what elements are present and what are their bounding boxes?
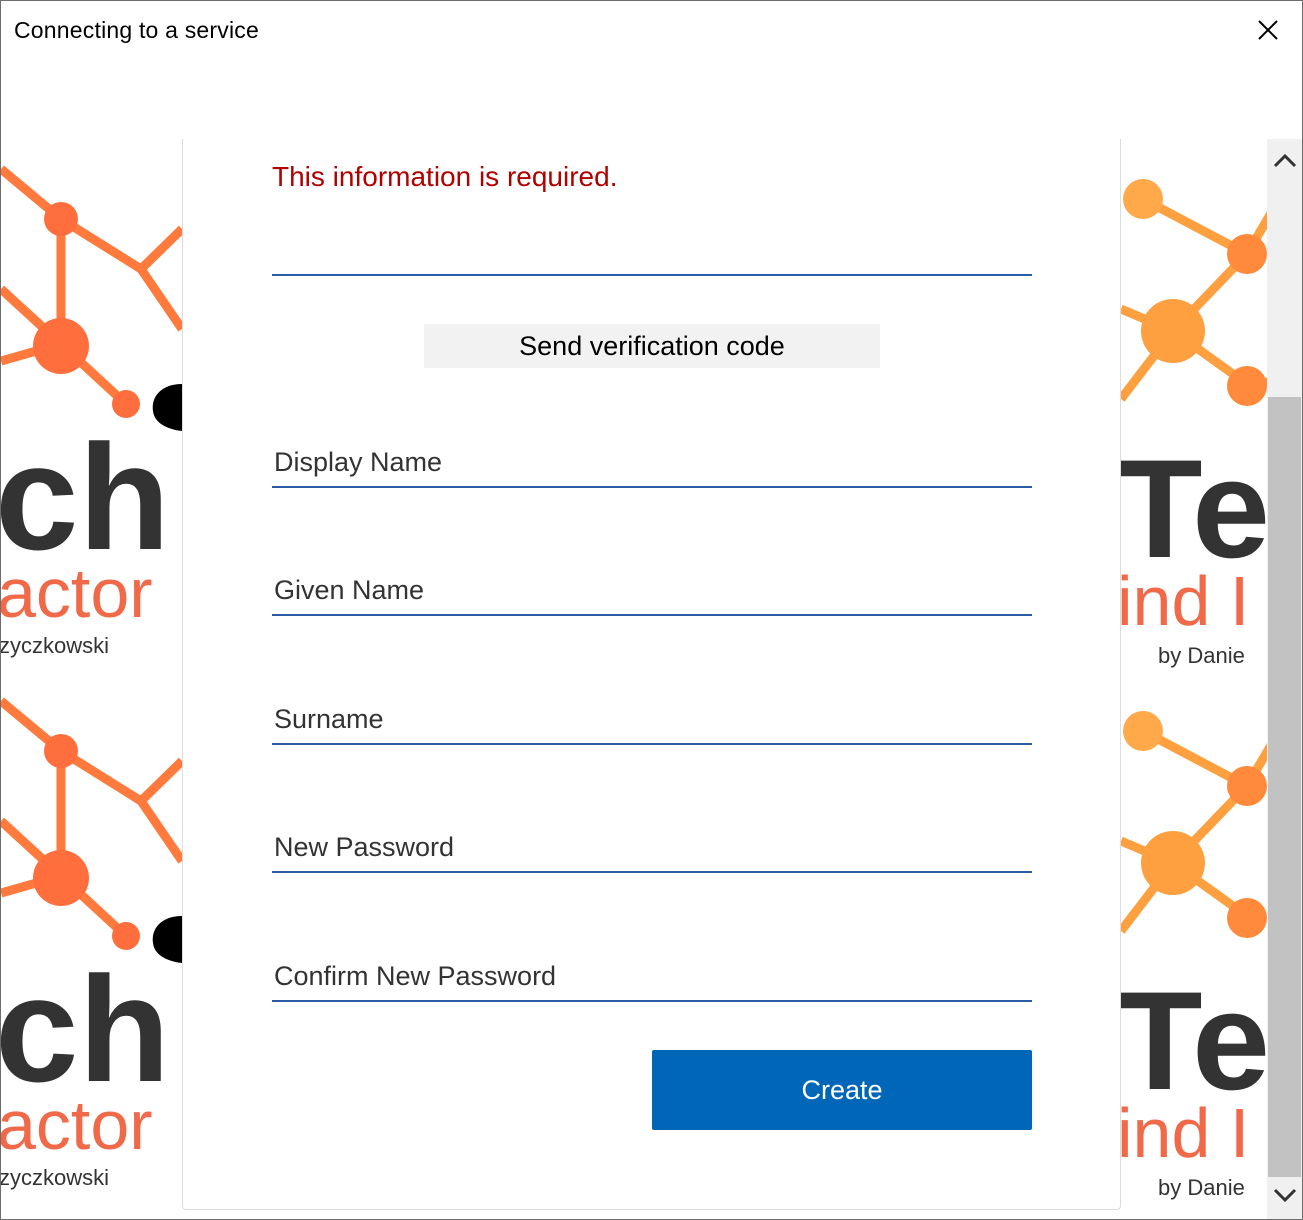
display-name-field-wrapper [272, 440, 1032, 488]
display-name-input[interactable] [272, 440, 1032, 484]
create-button[interactable]: Create [652, 1050, 1032, 1130]
vertical-scrollbar[interactable] [1267, 139, 1302, 1219]
surname-input[interactable] [272, 697, 1032, 741]
left-text-name-bottom: zyczkowski [1, 1165, 109, 1190]
close-icon [1258, 20, 1278, 40]
right-text-by-top: by Danie [1158, 643, 1245, 668]
verification-code-input[interactable] [272, 228, 1032, 272]
given-name-input[interactable] [272, 568, 1032, 612]
right-molecule-bottom [1117, 708, 1295, 938]
left-text-actor-bottom: actor [1, 1086, 153, 1164]
send-verification-code-button[interactable]: Send verification code [424, 324, 880, 368]
scroll-down-button[interactable] [1271, 1183, 1299, 1207]
left-text-name-top: zyczkowski [1, 633, 109, 658]
right-text-by-bottom: by Danie [1158, 1175, 1245, 1200]
scrollbar-thumb[interactable] [1268, 397, 1301, 1177]
dialog-window: Connecting to a service ch actor zyczkow… [0, 0, 1303, 1220]
chevron-down-icon [1273, 1188, 1297, 1203]
title-bar: Connecting to a service [1, 1, 1302, 139]
new-password-field-wrapper [272, 825, 1032, 873]
surname-field-wrapper [272, 697, 1032, 745]
right-text-ind-top: ind I [1117, 562, 1249, 640]
close-button[interactable] [1247, 11, 1289, 51]
verification-code-field-wrapper [272, 228, 1032, 276]
signup-form-card: This information is required. Send verif… [182, 139, 1121, 1210]
right-text-ind-bottom: ind I [1117, 1094, 1249, 1172]
chevron-up-icon [1273, 153, 1297, 168]
confirm-password-input[interactable] [272, 954, 1032, 998]
left-molecule-bottom [1, 697, 186, 950]
left-text-actor-top: actor [1, 554, 153, 632]
left-molecule-top [1, 165, 186, 418]
new-password-input[interactable] [272, 825, 1032, 869]
confirm-password-field-wrapper [272, 954, 1032, 1002]
error-message: This information is required. [272, 161, 618, 192]
given-name-field-wrapper [272, 568, 1032, 616]
window-title: Connecting to a service [14, 17, 259, 43]
scroll-up-button[interactable] [1271, 149, 1299, 173]
